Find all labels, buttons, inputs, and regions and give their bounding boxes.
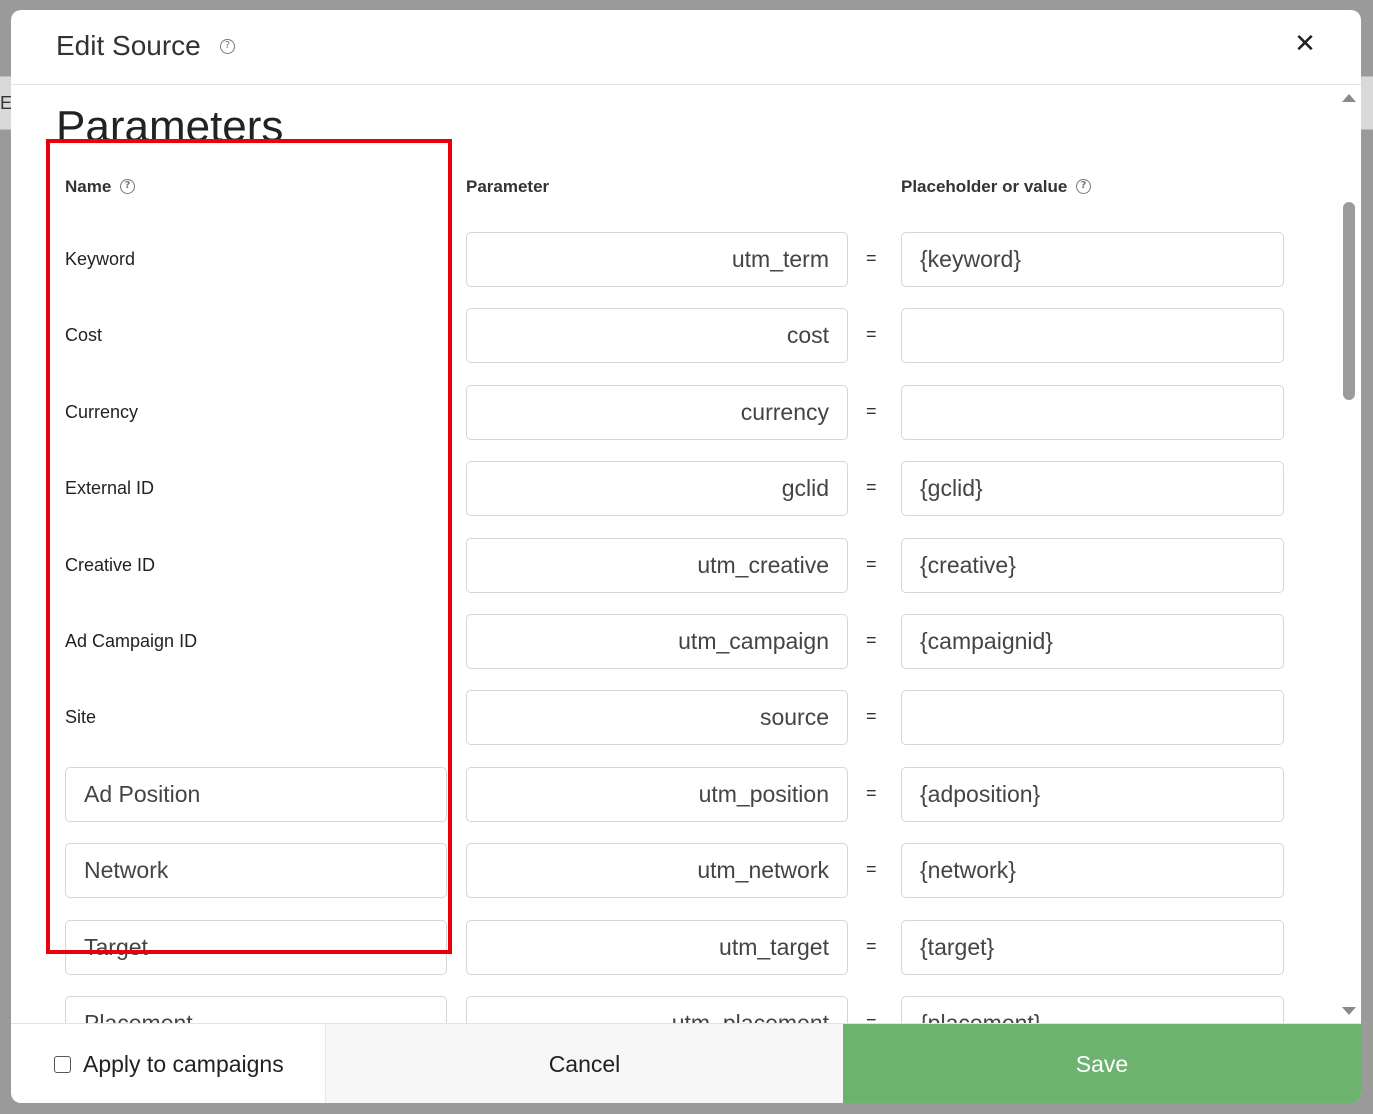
name-label: Creative ID [65,555,156,575]
placeholder-value-input[interactable] [901,308,1284,363]
scroll-up-arrow-icon[interactable] [1342,94,1356,102]
parameter-input[interactable]: source [466,690,848,745]
name-input[interactable]: Placement [65,996,447,1023]
equals-sign: = [866,554,877,574]
parameter-row: Placement utm_placement = {placement} [11,996,1361,1023]
edit-source-modal: Edit Source ? ✕ Parameters Name ? Parame… [11,10,1361,1103]
placeholder-value-input[interactable]: {campaignid} [901,614,1284,669]
parameter-row: Site source = [11,690,1361,746]
parameter-row: Ad Position utm_position = {adposition} [11,767,1361,823]
name-label: Currency [65,402,139,422]
column-header-parameter: Parameter [466,177,550,196]
parameter-row: Cost cost = [11,308,1361,364]
equals-sign: = [866,248,877,268]
cancel-button[interactable]: Cancel [325,1024,843,1103]
name-label: Keyword [65,249,136,269]
placeholder-value-input[interactable]: {network} [901,843,1284,898]
column-header-value-label: Placeholder or value [901,177,1068,196]
scrollbar[interactable] [1339,86,1361,1023]
parameter-input[interactable]: utm_target [466,920,848,975]
parameter-input[interactable]: utm_position [466,767,848,822]
equals-sign: = [866,324,877,344]
placeholder-value-input[interactable]: {keyword} [901,232,1284,287]
placeholder-value-input[interactable]: {adposition} [901,767,1284,822]
column-header-value: Placeholder or value ? [901,177,1092,197]
scrollbar-thumb[interactable] [1343,202,1355,400]
apply-to-campaigns-toggle[interactable]: Apply to campaigns [11,1024,325,1103]
name-label: External ID [65,478,155,498]
section-title: Parameters [56,102,284,151]
modal-title: Edit Source [56,30,201,61]
column-header-name: Name ? [65,177,136,197]
column-header-name-label: Name [65,177,112,196]
name-label: Ad Campaign ID [65,631,198,651]
placeholder-value-input[interactable] [901,690,1284,745]
parameter-row: Ad Campaign ID utm_campaign = {campaignid} [11,614,1361,670]
save-button[interactable]: Save [843,1024,1361,1103]
parameter-input[interactable]: utm_placement [466,996,848,1023]
parameter-row: Currency currency = [11,385,1361,441]
placeholder-value-input[interactable] [901,385,1284,440]
parameter-row: External ID gclid = {gclid} [11,461,1361,517]
parameter-input[interactable]: utm_network [466,843,848,898]
help-icon[interactable]: ? [120,178,136,194]
modal-footer: Apply to campaigns Cancel Save [11,1023,1361,1103]
equals-sign: = [866,936,877,956]
parameter-input[interactable]: utm_term [466,232,848,287]
parameter-input[interactable]: gclid [466,461,848,516]
equals-sign: = [866,477,877,497]
parameter-row: Creative ID utm_creative = {creative} [11,538,1361,594]
parameter-input[interactable]: currency [466,385,848,440]
parameter-input[interactable]: utm_creative [466,538,848,593]
background-page-strip-right [1359,76,1373,130]
equals-sign: = [866,1012,877,1023]
equals-sign: = [866,706,877,726]
scroll-down-arrow-icon[interactable] [1342,1007,1356,1015]
parameter-input[interactable]: utm_campaign [466,614,848,669]
equals-sign: = [866,630,877,650]
placeholder-value-input[interactable]: {gclid} [901,461,1284,516]
help-icon[interactable]: ? [1076,178,1092,194]
name-label: Cost [65,325,103,345]
apply-to-campaigns-checkbox[interactable] [54,1056,71,1073]
placeholder-value-input[interactable]: {placement} [901,996,1284,1023]
name-input[interactable]: Ad Position [65,767,447,822]
equals-sign: = [866,401,877,421]
apply-to-campaigns-label[interactable]: Apply to campaigns [83,1051,284,1078]
name-input[interactable]: Network [65,843,447,898]
name-input[interactable]: Target [65,920,447,975]
close-icon[interactable]: ✕ [1293,31,1317,57]
parameter-row: Network utm_network = {network} [11,843,1361,899]
placeholder-value-input[interactable]: {creative} [901,538,1284,593]
modal-body: Parameters Name ? Parameter Placeholder … [11,86,1361,1023]
parameter-row: Keyword utm_term = {keyword} [11,232,1361,288]
parameter-input[interactable]: cost [466,308,848,363]
name-label: Site [65,707,97,727]
help-icon[interactable]: ? [220,39,235,54]
placeholder-value-input[interactable]: {target} [901,920,1284,975]
parameter-row: Target utm_target = {target} [11,920,1361,976]
modal-header: Edit Source ? ✕ [11,10,1361,85]
equals-sign: = [866,783,877,803]
equals-sign: = [866,859,877,879]
